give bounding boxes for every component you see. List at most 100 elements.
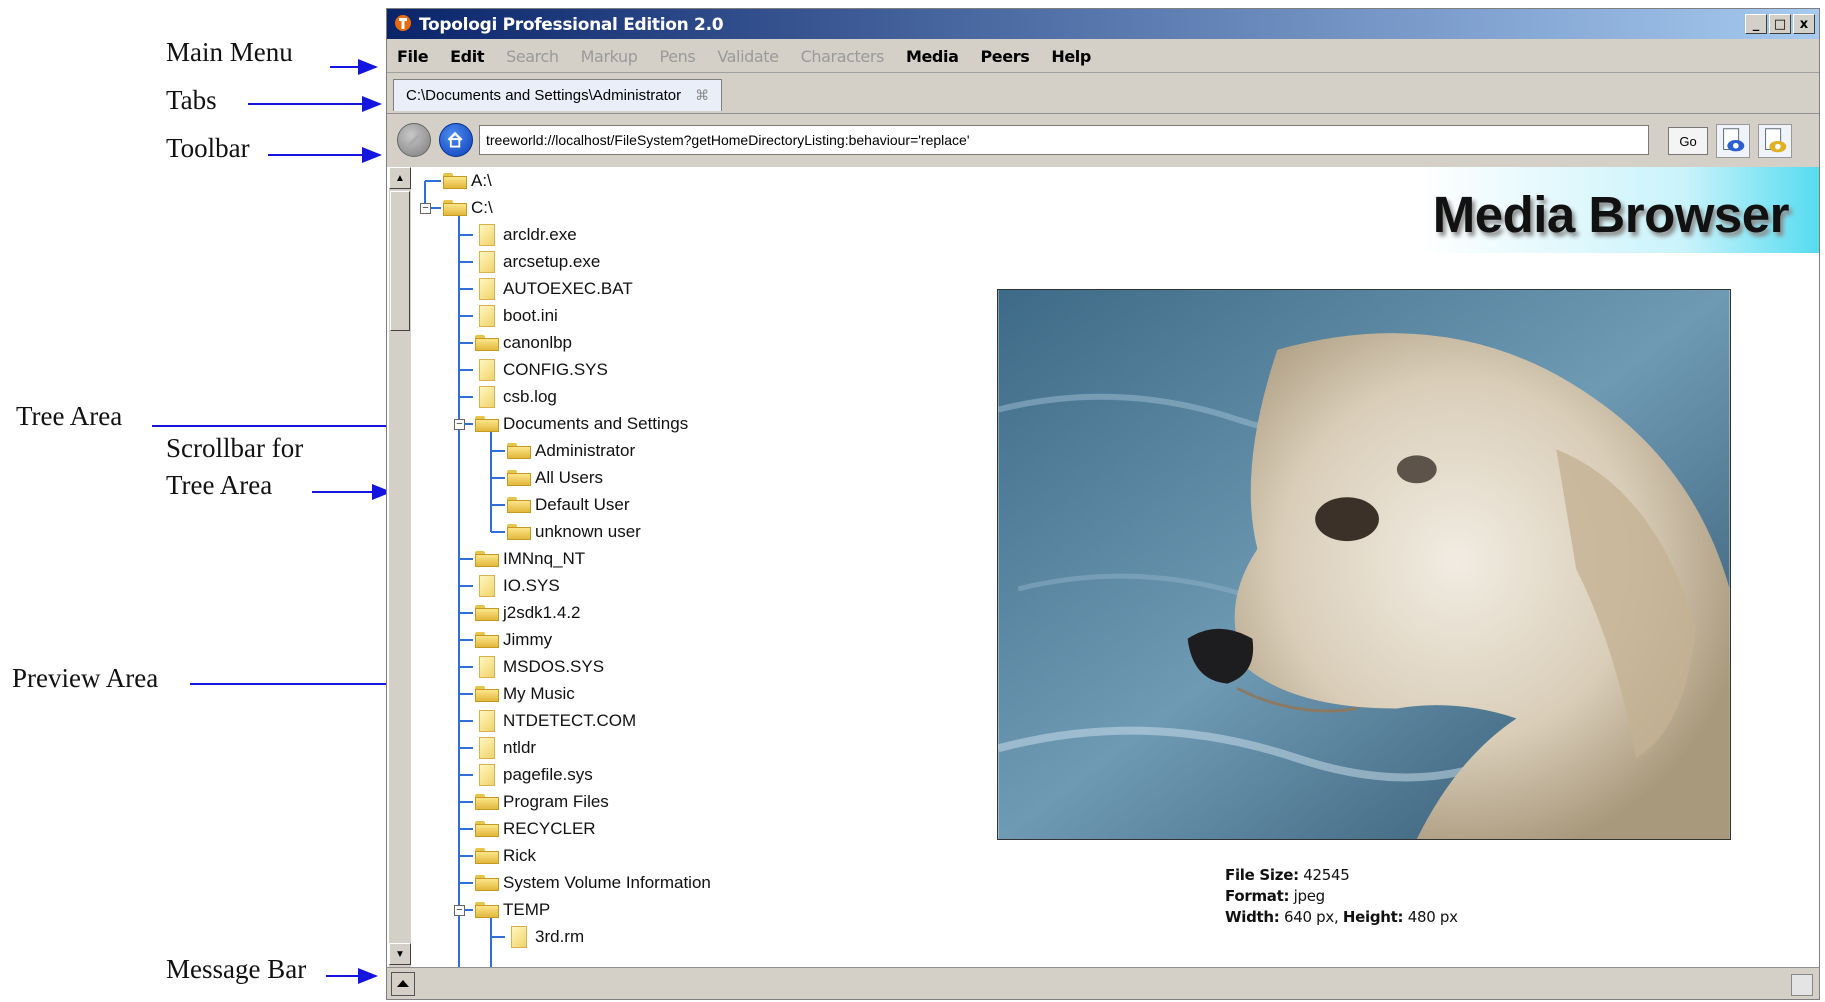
file-icon <box>479 710 495 732</box>
tree-file-item[interactable]: AUTOEXEC.BAT <box>475 277 633 301</box>
folder-icon <box>507 497 531 513</box>
menu-help[interactable]: Help <box>1051 47 1091 66</box>
tree-item-label: Program Files <box>503 792 609 811</box>
preview-banner: Media Browser <box>927 167 1819 253</box>
tree-folder-item[interactable]: unknown user <box>507 520 641 544</box>
tree-item-label: RECYCLER <box>503 819 596 838</box>
format-row: Format: jpeg <box>1225 886 1458 907</box>
annotation-scrollbar-line1: Scrollbar for <box>166 433 304 463</box>
file-size-value: 42545 <box>1303 866 1350 884</box>
tree-folder-item[interactable]: Documents and Settings <box>475 412 688 436</box>
file-icon <box>479 575 495 597</box>
tree-folder-item[interactable]: All Users <box>507 466 603 490</box>
go-button[interactable]: Go <box>1668 127 1708 155</box>
tree-scrollbar[interactable]: ▲ ▼ <box>389 167 411 967</box>
folder-icon <box>507 443 531 459</box>
tree-item-label: j2sdk1.4.2 <box>503 603 581 622</box>
tree-item-label: NTDETECT.COM <box>503 711 637 730</box>
tree-collapse-icon[interactable]: − <box>454 419 465 430</box>
tree-collapse-icon[interactable]: − <box>454 905 465 916</box>
banner-title: Media Browser <box>1432 186 1790 243</box>
content-area: ▲ ▼ A:\ C:\ − arcldr.exe arcsetup.exe AUTOEXE… <box>387 167 1819 967</box>
folder-icon <box>475 848 499 864</box>
menu-markup[interactable]: Markup <box>581 47 638 66</box>
scroll-up-button[interactable]: ▲ <box>389 167 411 189</box>
tree-file-item[interactable]: NTDETECT.COM <box>475 709 636 733</box>
home-button[interactable] <box>439 123 473 157</box>
menu-media[interactable]: Media <box>906 47 959 66</box>
dimensions-row: Width: 640 px, Height: 480 px <box>1225 907 1458 928</box>
tree-item-label: MSDOS.SYS <box>503 657 605 676</box>
tree-folder-item[interactable]: Administrator <box>507 439 635 463</box>
view-media-button[interactable] <box>1758 124 1792 158</box>
tree-folder-item[interactable]: canonlbp <box>475 331 572 355</box>
folder-icon <box>507 524 531 540</box>
menu-file[interactable]: File <box>397 47 429 66</box>
tree-item-label: System Volume Information <box>503 873 711 892</box>
scroll-thumb[interactable] <box>390 191 410 331</box>
annotation-scrollbar-line2: Tree Area <box>166 470 273 500</box>
menu-characters[interactable]: Characters <box>801 47 885 66</box>
tree-file-item[interactable]: CONFIG.SYS <box>475 358 608 382</box>
home-icon <box>447 131 463 148</box>
tab-strip: C:\Documents and Settings\Administrator … <box>387 73 1819 114</box>
tree-file-item[interactable]: arcsetup.exe <box>475 250 600 274</box>
tree-item-label: Rick <box>503 846 537 865</box>
tree-folder-item[interactable]: j2sdk1.4.2 <box>475 601 581 625</box>
annotation-main-menu: Main Menu <box>166 37 293 67</box>
document-media-icon <box>1765 128 1787 153</box>
annotation-message-bar: Message Bar <box>166 954 307 984</box>
tree-file-item[interactable]: csb.log <box>475 385 557 409</box>
toolbar: Go <box>387 115 1819 165</box>
tree-file-item[interactable]: IO.SYS <box>475 574 560 598</box>
tree-folder-item[interactable]: TEMP <box>475 898 550 922</box>
scroll-down-button[interactable]: ▼ <box>389 943 411 965</box>
menu-pens[interactable]: Pens <box>660 47 696 66</box>
annotation-tree-area: Tree Area <box>16 401 123 431</box>
menu-peers[interactable]: Peers <box>980 47 1029 66</box>
tab-administrator[interactable]: C:\Documents and Settings\Administrator … <box>393 79 723 111</box>
tree-item-label: pagefile.sys <box>503 765 593 784</box>
tree-collapse-icon[interactable]: − <box>420 203 431 214</box>
tree-folder-item[interactable]: A:\ <box>443 169 492 193</box>
document-eye-icon <box>1723 128 1745 152</box>
file-icon <box>479 305 495 327</box>
tree-folder-item[interactable]: Default User <box>507 493 629 517</box>
tree-file-item[interactable]: ntldr <box>475 736 536 760</box>
url-input[interactable] <box>479 125 1649 155</box>
tree-item-label: A:\ <box>471 171 492 190</box>
tree-folder-item[interactable]: C:\ <box>443 196 493 220</box>
annotation-preview-area: Preview Area <box>12 663 159 693</box>
message-bar-corner-button[interactable] <box>1791 974 1813 996</box>
menu-validate[interactable]: Validate <box>717 47 779 66</box>
folder-icon <box>475 551 499 567</box>
tree-file-item[interactable]: 3rd.rm <box>507 925 584 949</box>
folder-icon <box>475 605 499 621</box>
tree-folder-item[interactable]: My Music <box>475 682 575 706</box>
tree-folder-item[interactable]: Rick <box>475 844 536 868</box>
tree-item-label: Jimmy <box>503 630 553 649</box>
tab-close-icon[interactable]: ⌘ <box>695 87 709 104</box>
tree-file-item[interactable]: pagefile.sys <box>475 763 593 787</box>
close-button[interactable]: x <box>1793 14 1815 34</box>
menu-edit[interactable]: Edit <box>450 47 484 66</box>
title-bar: Topologi Professional Edition 2.0 _ □ x <box>387 9 1819 39</box>
file-icon <box>479 251 495 273</box>
message-bar-expand-icon[interactable] <box>391 972 415 996</box>
tree-file-item[interactable]: boot.ini <box>475 304 558 328</box>
tree-folder-item[interactable]: RECYCLER <box>475 817 596 841</box>
tree-file-item[interactable]: MSDOS.SYS <box>475 655 604 679</box>
format-label: Format: <box>1225 887 1290 905</box>
tree-folder-item[interactable]: IMNnq_NT <box>475 547 585 571</box>
tree-folder-item[interactable]: Jimmy <box>475 628 552 652</box>
tree-file-item[interactable]: arcldr.exe <box>475 223 577 247</box>
maximize-button[interactable]: □ <box>1769 14 1791 34</box>
file-icon <box>479 278 495 300</box>
view-source-button[interactable] <box>1716 124 1750 158</box>
stop-button[interactable] <box>397 123 431 157</box>
tree-item-label: csb.log <box>503 387 557 406</box>
tree-folder-item[interactable]: System Volume Information <box>475 871 711 895</box>
menu-search[interactable]: Search <box>506 47 559 66</box>
minimize-button[interactable]: _ <box>1745 14 1767 34</box>
tree-folder-item[interactable]: Program Files <box>475 790 609 814</box>
